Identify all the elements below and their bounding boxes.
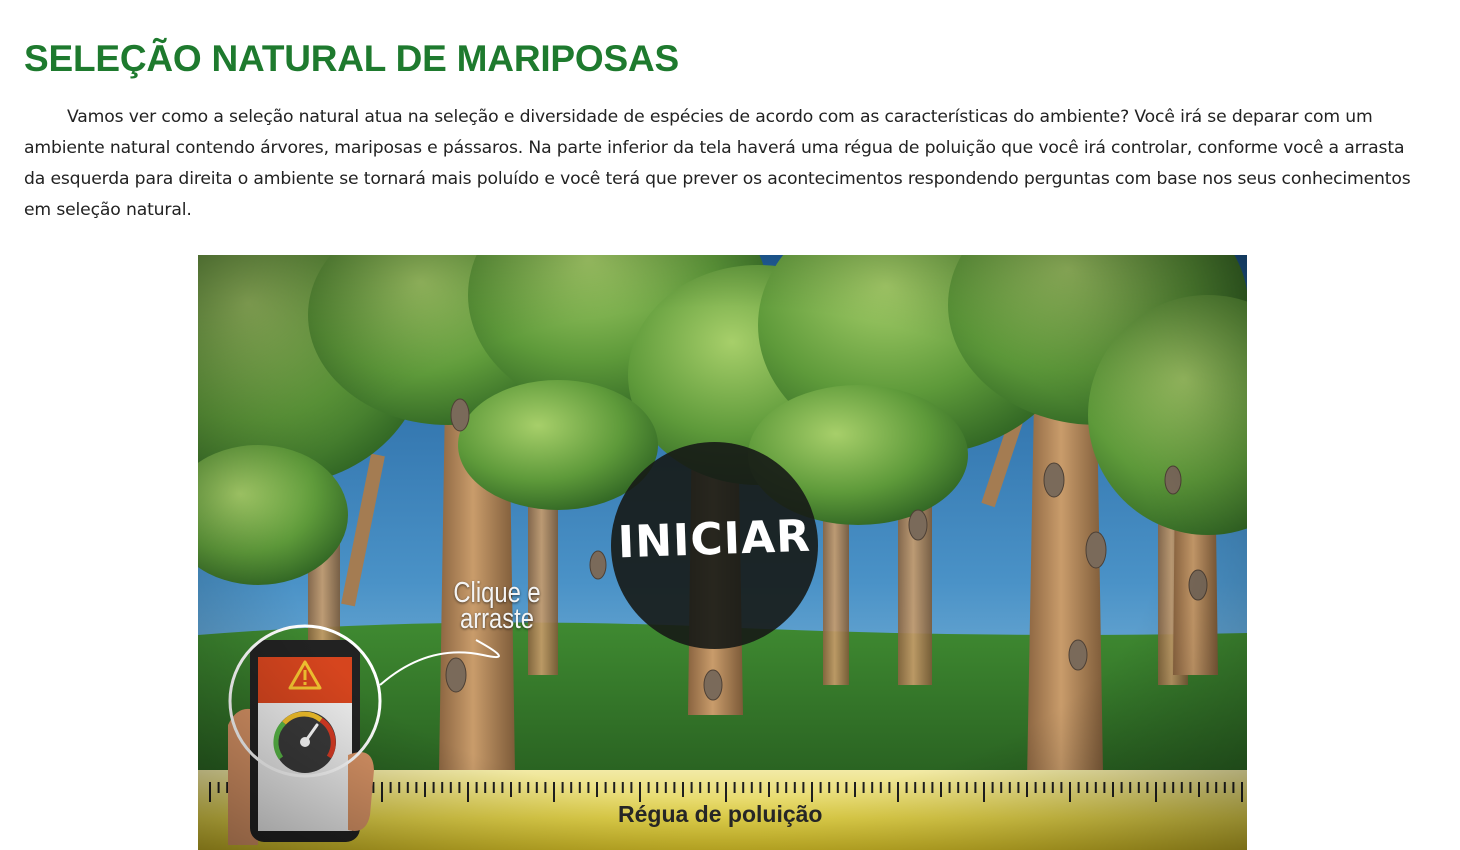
page-title: SELEÇÃO NATURAL DE MARIPOSAS: [24, 38, 679, 79]
moth-selection-simulation[interactable]: INICIAR Clique e arraste Régua de poluiç…: [198, 255, 1247, 850]
drag-hint-line2: arraste: [459, 603, 535, 635]
start-button[interactable]: INICIAR: [611, 442, 818, 649]
pollution-ruler-label: Régua de poluição: [618, 801, 823, 827]
drag-hint: Clique e arraste: [444, 579, 551, 635]
gauge-icon: [273, 711, 336, 773]
intro-paragraph: Vamos ver como a seleção natural atua na…: [24, 107, 1411, 220]
start-button-label: INICIAR: [616, 510, 812, 569]
